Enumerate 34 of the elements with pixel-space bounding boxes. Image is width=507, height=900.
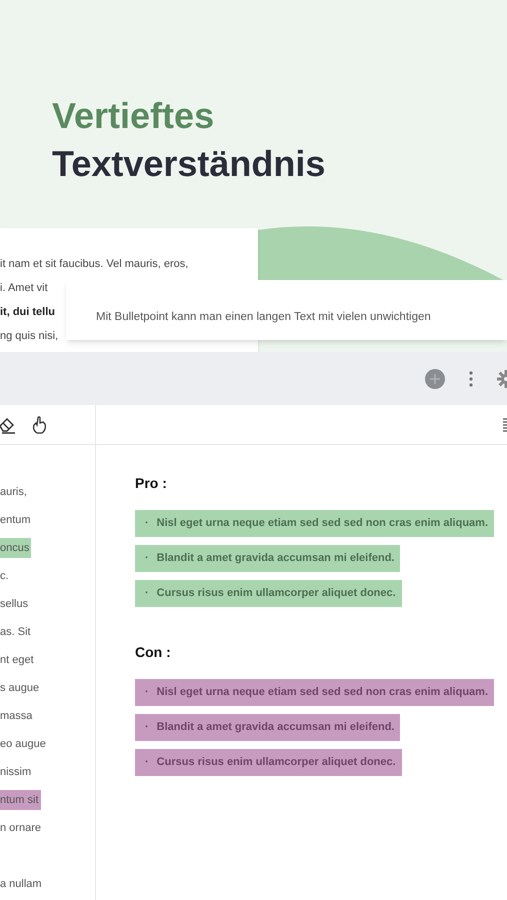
text-line: Mit Bulletpoint kann man einen langen Text mit vielen unwichtigen [96, 310, 431, 325]
text-line: auris, [0, 485, 28, 500]
highlighted-item: · Blandit a amet gravida accumsan mi eleifend. [135, 545, 400, 572]
text-line: ng quis nisi, [0, 329, 58, 344]
hero-title: Textverständnis [52, 142, 326, 186]
text-line: it nam et sit faucibus. Vel mauris, eros, [0, 257, 188, 272]
section-heading: Pro : [135, 474, 168, 492]
hero-title: Vertieftes [52, 94, 216, 138]
list-icon[interactable] [503, 418, 507, 432]
highlighted-item: · Nisl eget urna neque etiam sed sed sed non cras enim aliquam. [135, 679, 494, 706]
more-icon[interactable] [469, 370, 473, 386]
text-line: nissim [0, 765, 32, 780]
highlighted-item: · Cursus risus enim ullamcorper aliquet donec. [135, 749, 402, 776]
text-line: massa [0, 709, 34, 724]
highlighted-text: oncus [0, 538, 32, 558]
text-line: i. Amet vit [0, 281, 48, 296]
text-line: c. [0, 569, 10, 584]
text-line: it, dui tellu [0, 305, 55, 320]
eraser-icon[interactable] [0, 416, 16, 434]
section-heading: Con : [135, 643, 172, 661]
text-line: a nullam [0, 877, 43, 892]
highlighted-item: · Blandit a amet gravida accumsan mi eleifend. [135, 714, 400, 741]
text-line: eo augue [0, 737, 47, 752]
text-line: sellus [0, 597, 30, 612]
text-line: n ornare [0, 821, 42, 836]
text-line: s augue [0, 681, 40, 696]
text-line: as. Sit [0, 625, 32, 640]
hand-icon[interactable] [32, 416, 48, 434]
text-line: nt eget [0, 653, 35, 668]
highlighted-item: · Nisl eget urna neque etiam sed sed sed non cras enim aliquam. [135, 510, 494, 537]
text-line: entum [0, 513, 32, 528]
highlighted-item: · Cursus risus enim ullamcorper aliquet donec. [135, 580, 402, 607]
highlighted-text: ntum sit [0, 790, 41, 810]
add-icon[interactable] [425, 368, 445, 388]
